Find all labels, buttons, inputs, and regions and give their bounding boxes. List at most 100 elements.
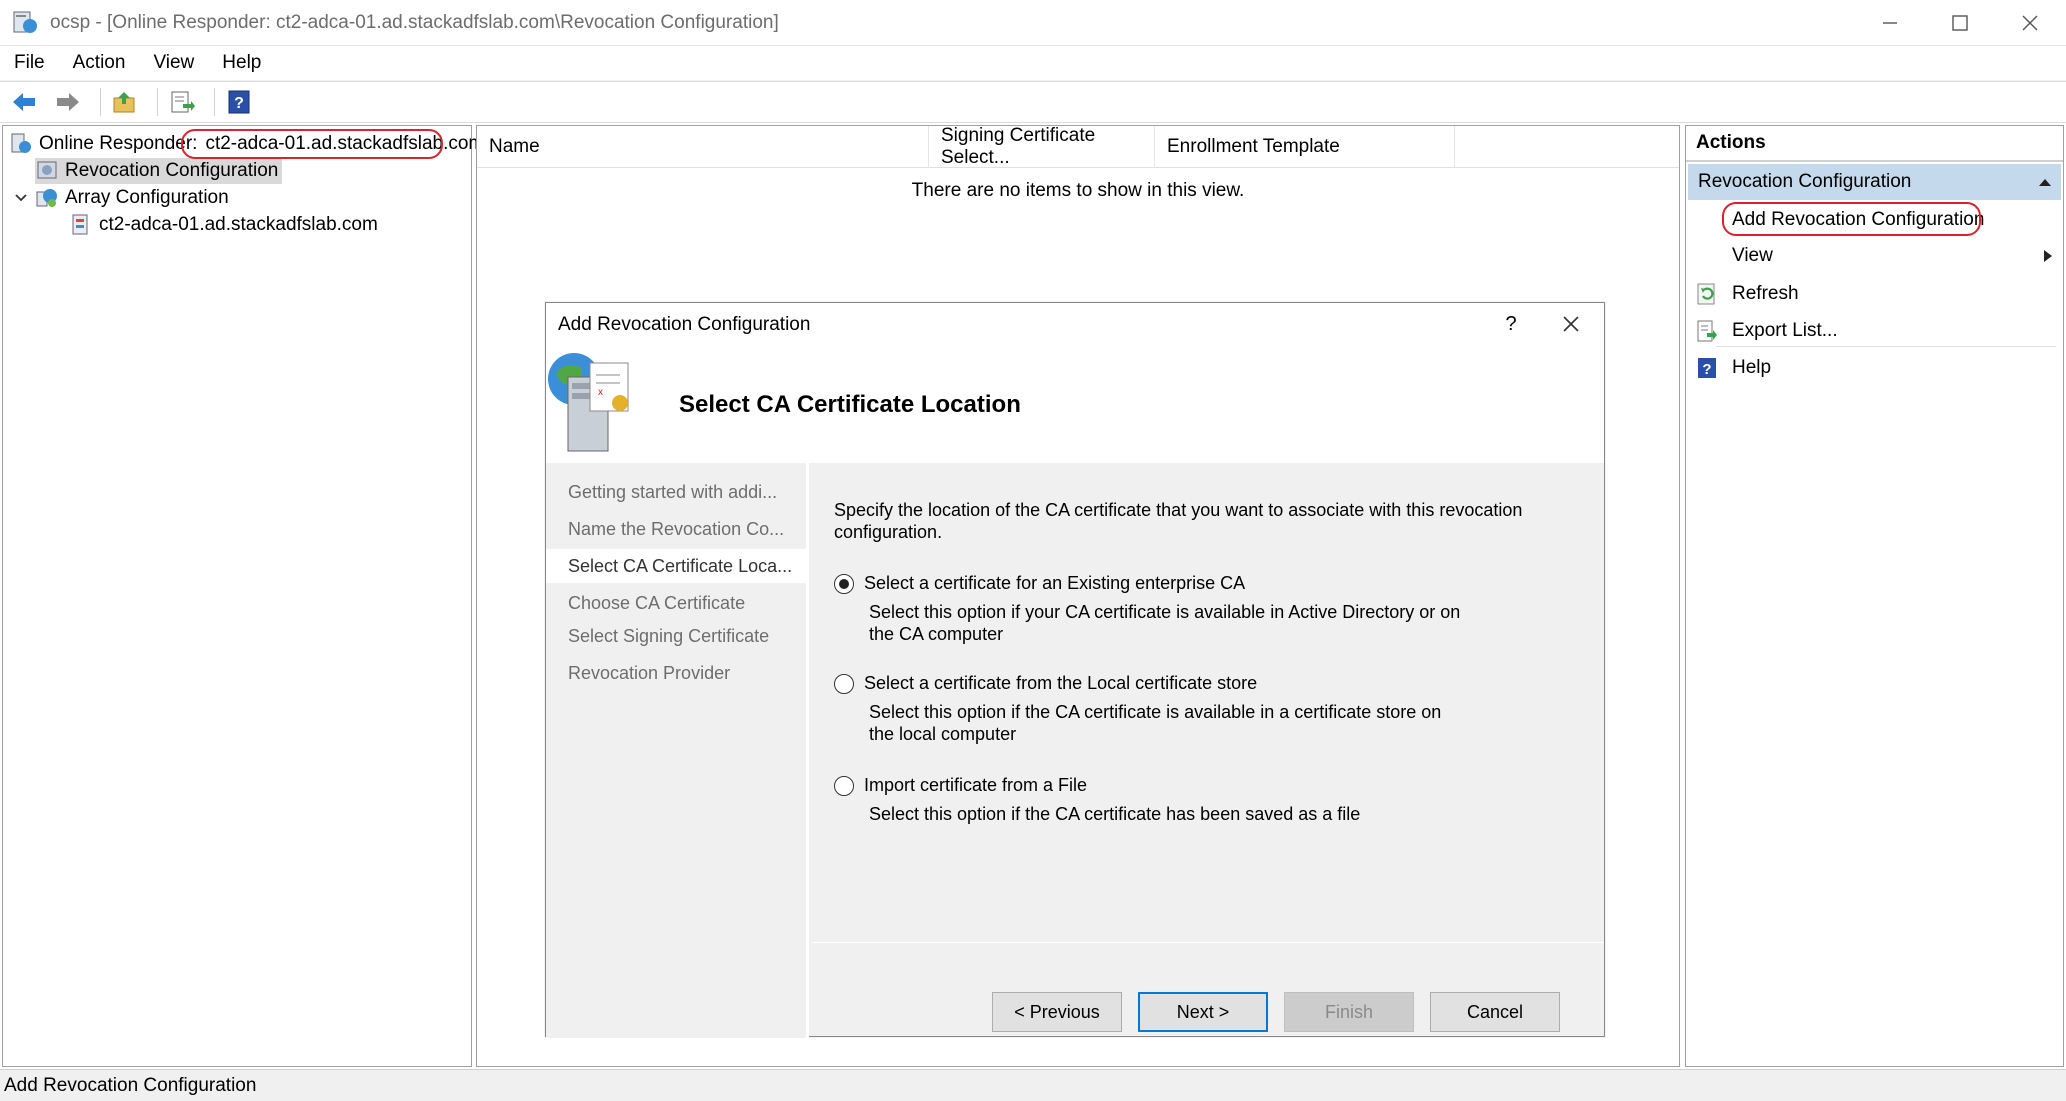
- column-signing-certificate[interactable]: Signing Certificate Select...: [929, 125, 1155, 168]
- tree-revocation-label: Revocation Configuration: [65, 160, 279, 181]
- wizard-step-getting-started[interactable]: Getting started with addi...: [546, 475, 806, 509]
- option-label: Import certificate from a File: [864, 775, 1088, 795]
- export-list-button[interactable]: [164, 85, 200, 119]
- svg-text:?: ?: [1702, 361, 1711, 378]
- action-help[interactable]: ? Help: [1696, 350, 2056, 386]
- dialog-page-title: Select CA Certificate Location: [679, 391, 1021, 418]
- maximize-button[interactable]: [1925, 0, 1995, 46]
- help-toolbar-button[interactable]: ?: [221, 85, 257, 119]
- option-local-certificate-store[interactable]: Select a certificate from the Local cert…: [834, 673, 1257, 694]
- svg-text:x: x: [598, 387, 603, 398]
- blank-icon: [1696, 209, 1718, 231]
- radio-button[interactable]: [834, 673, 854, 694]
- computer-icon: [72, 214, 88, 235]
- wizard-step-select-location[interactable]: Select CA Certificate Loca...: [546, 549, 806, 583]
- actions-separator: [1716, 346, 2056, 347]
- next-button[interactable]: Next >: [1138, 992, 1268, 1032]
- forward-button[interactable]: [50, 85, 86, 119]
- column-enrollment-template[interactable]: Enrollment Template: [1155, 126, 1455, 168]
- dialog-titlebar: Add Revocation Configuration ?: [546, 303, 1604, 347]
- action-export-list[interactable]: Export List...: [1696, 313, 2056, 349]
- actions-group-header[interactable]: Revocation Configuration: [1688, 164, 2061, 200]
- wizard-step-revocation-provider[interactable]: Revocation Provider: [546, 656, 806, 690]
- tree-item-array-configuration[interactable]: Array Configuration: [13, 185, 229, 211]
- option-existing-enterprise-ca[interactable]: Select a certificate for an Existing ent…: [834, 573, 1245, 594]
- tree-array-member-label: ct2-adca-01.ad.stackadfslab.com: [99, 214, 378, 235]
- action-refresh[interactable]: Refresh: [1696, 276, 2056, 312]
- action-export-label: Export List...: [1732, 320, 1838, 341]
- wizard-content: Specify the location of the CA certifica…: [812, 463, 1604, 943]
- option-label: Select a certificate for an Existing ent…: [864, 573, 1246, 593]
- status-text: Add Revocation Configuration: [4, 1074, 257, 1096]
- blank-icon: [1696, 245, 1718, 267]
- tree-item-revocation-configuration[interactable]: Revocation Configuration: [35, 158, 283, 184]
- actions-group-label: Revocation Configuration: [1698, 171, 1912, 192]
- close-window-button[interactable]: [1995, 0, 2065, 46]
- up-one-level-button[interactable]: [107, 85, 143, 119]
- annotation-highlight-add-action: [1722, 202, 1981, 236]
- option-description: Select this option if the CA certificate…: [869, 804, 1361, 824]
- tree-root-label: Online Responder:: [39, 133, 198, 154]
- menu-bar: File Action View Help: [0, 46, 2066, 81]
- menu-file[interactable]: File: [0, 52, 59, 74]
- empty-list-message: There are no items to show in this view.: [911, 180, 1245, 201]
- dialog-close-button[interactable]: [1556, 309, 1586, 339]
- tree-item-array-member[interactable]: ct2-adca-01.ad.stackadfslab.com: [69, 212, 378, 238]
- toolbar-separator: [214, 88, 215, 116]
- option-import-from-file[interactable]: Import certificate from a File: [834, 775, 1087, 796]
- folder-up-icon: [113, 92, 135, 113]
- radio-button-selected[interactable]: [834, 573, 854, 594]
- forward-arrow-icon: [57, 93, 79, 111]
- annotation-highlight-server: [181, 129, 443, 159]
- export-list-icon: [1697, 320, 1717, 342]
- chevron-down-icon[interactable]: [13, 190, 29, 206]
- submenu-arrow-icon: [2044, 250, 2052, 262]
- cancel-button[interactable]: Cancel: [1430, 992, 1560, 1032]
- action-refresh-label: Refresh: [1732, 283, 1799, 304]
- menu-help[interactable]: Help: [208, 52, 275, 74]
- previous-button[interactable]: < Previous: [992, 992, 1122, 1032]
- collapse-up-icon[interactable]: [2037, 176, 2053, 188]
- actions-pane: Actions Revocation Configuration Add Rev…: [1685, 125, 2064, 1067]
- revocation-config-icon: [37, 161, 57, 179]
- close-icon: [1563, 316, 1579, 332]
- add-revocation-configuration-dialog: Add Revocation Configuration ? x Select …: [545, 302, 1605, 1038]
- back-button[interactable]: [6, 85, 42, 119]
- radio-button[interactable]: [834, 775, 854, 796]
- toolbar-separator: [100, 88, 101, 116]
- toolbar-separator: [157, 88, 158, 116]
- dialog-help-button[interactable]: ?: [1496, 309, 1526, 339]
- wizard-steps: Getting started with addi... Name the Re…: [546, 463, 809, 1038]
- wizard-step-name[interactable]: Name the Revocation Co...: [546, 512, 806, 546]
- wizard-step-choose-ca-certificate[interactable]: Choose CA Certificate: [546, 586, 806, 620]
- certificate-server-icon: x: [548, 353, 629, 452]
- back-arrow-icon: [13, 93, 35, 111]
- minimize-button[interactable]: [1855, 0, 1925, 46]
- help-icon: ?: [228, 90, 250, 114]
- tree-array-label: Array Configuration: [65, 187, 229, 208]
- toolbar: ?: [0, 81, 2066, 123]
- maximize-icon: [1952, 15, 1968, 31]
- wizard-step-select-signing-certificate[interactable]: Select Signing Certificate: [546, 619, 806, 653]
- dialog-title: Add Revocation Configuration: [558, 314, 811, 335]
- finish-button[interactable]: Finish: [1284, 992, 1414, 1032]
- action-view-label: View: [1732, 245, 1773, 266]
- window-titlebar: ocsp - [Online Responder: ct2-adca-01.ad…: [0, 0, 2066, 46]
- export-list-icon: [171, 91, 195, 113]
- array-config-icon: [36, 189, 57, 207]
- menu-view[interactable]: View: [139, 52, 208, 74]
- action-help-label: Help: [1732, 357, 1772, 378]
- refresh-icon: [1697, 283, 1715, 305]
- minimize-icon: [1883, 22, 1897, 24]
- ocsp-app-icon: [13, 11, 37, 33]
- server-icon: [11, 133, 31, 153]
- window-title: ocsp - [Online Responder: ct2-adca-01.ad…: [50, 11, 779, 33]
- option-description: Select this option if your CA certificat…: [869, 602, 1461, 644]
- menu-action[interactable]: Action: [59, 52, 140, 74]
- instruction-text: Specify the location of the CA certifica…: [834, 500, 1523, 542]
- column-name[interactable]: Name: [477, 126, 929, 168]
- help-icon: ?: [1698, 358, 1716, 378]
- action-view[interactable]: View: [1696, 238, 2056, 274]
- status-bar: Add Revocation Configuration: [0, 1069, 2066, 1101]
- close-icon: [2022, 15, 2038, 31]
